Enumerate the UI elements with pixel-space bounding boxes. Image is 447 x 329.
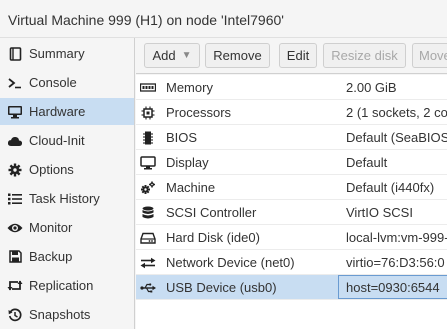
edit-button[interactable]: Edit [279, 43, 317, 68]
remove-button[interactable]: Remove [205, 43, 270, 68]
sidebar-item-hardware[interactable]: Hardware [0, 98, 134, 125]
memory-icon [140, 80, 156, 95]
row-value: Default (SeaBIOS [346, 130, 447, 145]
hdd-icon [140, 230, 156, 245]
row-name: Hard Disk (ide0) [166, 230, 260, 245]
desktop-icon [1, 105, 29, 119]
sidebar-item-console[interactable]: Console [0, 69, 134, 96]
row-name: Memory [166, 80, 213, 95]
gear-icon [1, 163, 29, 177]
sidebar-item-options[interactable]: Options [0, 156, 134, 183]
move-disk-button-label: Move [419, 48, 447, 63]
list-icon [1, 193, 29, 205]
sidebar-item-label: Cloud-Init [29, 133, 85, 148]
sidebar-item-monitor[interactable]: Monitor [0, 214, 134, 241]
table-row[interactable]: Network Device (net0) virtio=76:D3:56:0 [136, 250, 447, 275]
usb-icon [140, 280, 156, 295]
sidebar: Summary Console Hardware Cloud-Init Opti… [0, 38, 135, 329]
edit-button-label: Edit [286, 48, 310, 63]
sidebar-item-replication[interactable]: Replication [0, 272, 134, 299]
row-name: Display [166, 155, 209, 170]
row-value: VirtIO SCSI [346, 205, 413, 220]
sidebar-item-label: Replication [29, 278, 94, 293]
row-name: Processors [166, 105, 232, 120]
exchange-icon [140, 255, 156, 270]
sidebar-item-backup[interactable]: Backup [0, 243, 134, 270]
add-button-label: Add [152, 48, 176, 63]
add-button[interactable]: Add ▼ [144, 43, 200, 68]
retweet-icon [1, 279, 29, 292]
row-value: Default (i440fx) [346, 180, 435, 195]
hardware-grid: Memory 2.00 GiB Processors 2 (1 sockets,… [136, 75, 447, 329]
chevron-down-icon: ▼ [181, 50, 192, 61]
table-row[interactable]: SCSI Controller VirtIO SCSI [136, 200, 447, 225]
sidebar-item-summary[interactable]: Summary [0, 40, 134, 67]
page-title: Virtual Machine 999 (H1) on node 'Intel7… [8, 12, 284, 28]
row-name: SCSI Controller [166, 205, 257, 220]
eye-icon [1, 222, 29, 234]
toolbar: Add ▼ Remove Edit Resize disk Move [136, 38, 447, 74]
resize-disk-button-label: Resize disk [331, 48, 398, 63]
remove-button-label: Remove [213, 48, 262, 63]
row-name: BIOS [166, 130, 198, 145]
microchip-icon [140, 130, 156, 145]
move-disk-button[interactable]: Move [412, 43, 447, 68]
database-icon [140, 205, 156, 220]
cogs-icon [140, 180, 156, 195]
table-row[interactable]: Memory 2.00 GiB [136, 75, 447, 100]
cpu-icon [140, 105, 156, 120]
row-value: 2 (1 sockets, 2 co [346, 105, 447, 120]
row-name: Network Device (net0) [166, 255, 295, 270]
row-value: Default [346, 155, 388, 170]
row-name: USB Device (usb0) [166, 280, 277, 295]
sidebar-item-label: Hardware [29, 104, 86, 119]
terminal-icon [1, 77, 29, 89]
sidebar-item-label: Options [29, 162, 74, 177]
sidebar-item-label: Monitor [29, 220, 73, 235]
sidebar-item-label: Console [29, 75, 77, 90]
sidebar-item-snapshots[interactable]: Snapshots [0, 301, 134, 328]
floppy-icon [1, 250, 29, 263]
sidebar-item-label: Task History [29, 191, 100, 206]
table-row[interactable]: Hard Disk (ide0) local-lvm:vm-999- [136, 225, 447, 250]
history-icon [1, 308, 29, 322]
row-value: host=0930:6544 [338, 275, 447, 299]
resize-disk-button[interactable]: Resize disk [323, 43, 406, 68]
book-icon [1, 46, 29, 61]
cloud-icon [1, 135, 29, 147]
table-row[interactable]: BIOS Default (SeaBIOS [136, 125, 447, 150]
table-row[interactable]: Display Default [136, 150, 447, 175]
table-row[interactable]: Machine Default (i440fx) [136, 175, 447, 200]
sidebar-item-cloud-init[interactable]: Cloud-Init [0, 127, 134, 154]
row-name: Machine [166, 180, 216, 195]
sidebar-item-label: Snapshots [29, 307, 91, 322]
sidebar-item-label: Backup [29, 249, 73, 264]
table-row[interactable]: Processors 2 (1 sockets, 2 co [136, 100, 447, 125]
table-row[interactable]: USB Device (usb0) host=0930:6544 [136, 275, 447, 300]
row-value: virtio=76:D3:56:0 [346, 255, 445, 270]
row-value: 2.00 GiB [346, 80, 397, 95]
title-bar: Virtual Machine 999 (H1) on node 'Intel7… [0, 0, 447, 38]
row-value: local-lvm:vm-999- [346, 230, 447, 245]
sidebar-item-label: Summary [29, 46, 85, 61]
sidebar-item-task-history[interactable]: Task History [0, 185, 134, 212]
monitor-icon [140, 155, 156, 170]
